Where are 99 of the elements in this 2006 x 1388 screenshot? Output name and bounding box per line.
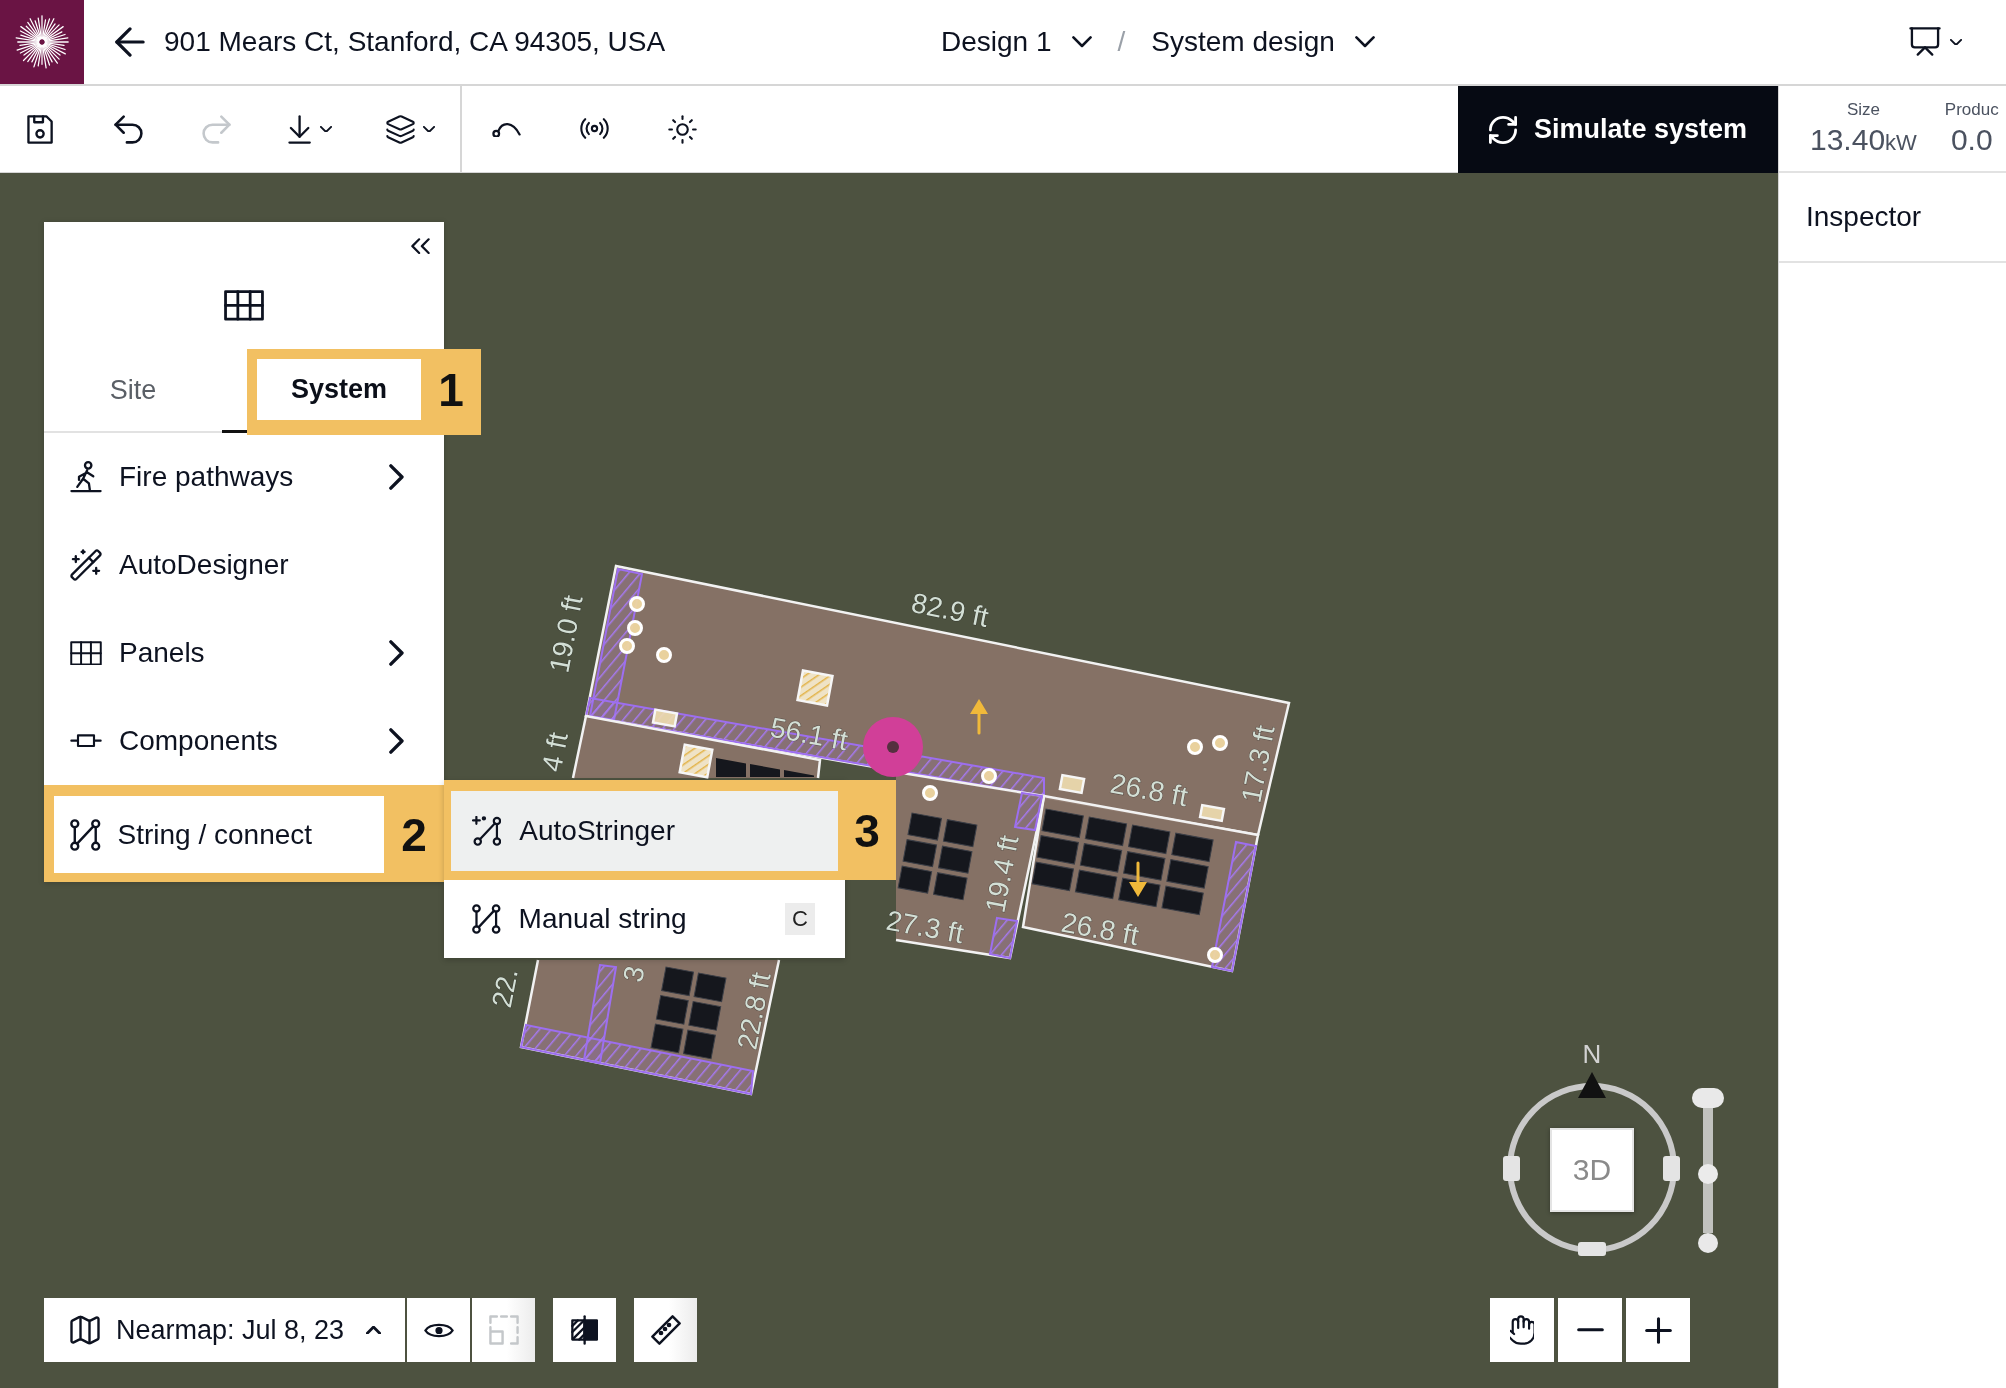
menu-item[interactable]: AutoStringer	[451, 791, 838, 871]
compass-north-label: N	[1582, 1040, 1602, 1068]
vent-marker[interactable]	[627, 620, 643, 636]
menu-item[interactable]: Panels	[44, 609, 444, 697]
chevron-down-icon	[1071, 36, 1092, 48]
save-icon[interactable]	[26, 114, 54, 144]
stat-label: Produc	[1944, 100, 1999, 120]
resistor-icon	[70, 734, 102, 748]
broadcast-icon[interactable]	[579, 118, 609, 140]
plus-icon	[1644, 1316, 1672, 1344]
dimension-label: 22.8 ft	[731, 969, 777, 1053]
obstruction-marker[interactable]	[651, 708, 679, 728]
vent-marker[interactable]	[1207, 947, 1223, 963]
presentation-icon[interactable]	[1909, 27, 1941, 57]
solar-panel[interactable]	[1123, 851, 1166, 881]
split-square-icon	[570, 1315, 599, 1345]
azimuth-arrow-icon	[970, 699, 988, 735]
undo-icon[interactable]	[113, 114, 143, 144]
download-icon[interactable]	[288, 114, 312, 144]
eye-icon	[423, 1322, 454, 1338]
arc-icon[interactable]	[491, 120, 521, 138]
dimension-label: 22.	[486, 965, 524, 1011]
solar-panel[interactable]	[1031, 861, 1074, 892]
sparkle-node-path-icon	[472, 816, 502, 846]
caret-down-icon[interactable]	[1950, 38, 1962, 46]
obstruction-marker[interactable]	[796, 669, 834, 707]
vent-marker[interactable]	[1212, 735, 1228, 751]
dimension-label: 4 ft	[536, 729, 574, 775]
grid-icon	[224, 290, 264, 321]
slider-top-handle[interactable]	[1692, 1088, 1724, 1108]
annotation-number: 3	[853, 804, 881, 859]
dimension-label: 26.8 ft	[1058, 906, 1142, 952]
simulate-system-button[interactable]: Simulate system	[1458, 86, 1778, 173]
stat-value: 13.40kW	[1810, 123, 1917, 157]
imagery-dropdown[interactable]: Nearmap: Jul 8, 23	[44, 1298, 405, 1362]
map-icon	[70, 1315, 100, 1345]
zoom-in-button[interactable]	[1626, 1298, 1690, 1362]
stat-value: 0.0	[1950, 123, 1993, 157]
refresh-icon	[1488, 115, 1517, 144]
dashed-square-icon	[488, 1315, 519, 1345]
menu-item[interactable]: Fire pathways	[44, 433, 444, 521]
azimuth-arrow-icon	[1129, 861, 1147, 897]
pan-button[interactable]	[1490, 1298, 1554, 1362]
caret-down-icon[interactable]	[422, 125, 435, 133]
project-address: 901 Mears Ct, Stanford, CA 94305, USA	[164, 26, 666, 58]
sun-icon[interactable]	[667, 114, 697, 144]
annotation-number: 2	[400, 807, 428, 863]
roof-face[interactable]	[571, 714, 822, 779]
caret-up-icon	[366, 1325, 381, 1335]
vent-marker[interactable]	[656, 647, 672, 663]
dimension-label: 3	[617, 963, 651, 985]
chevron-right-icon	[389, 464, 404, 490]
stat-label: Size	[1846, 100, 1880, 120]
dimension-label: 19.0 ft	[543, 592, 589, 676]
grid-icon	[70, 640, 102, 666]
vent-marker[interactable]	[629, 596, 645, 612]
menu-item[interactable]: String / connect	[54, 796, 384, 873]
annotation-number: 1	[437, 362, 465, 418]
starburst-logo-icon[interactable]	[0, 0, 84, 84]
breadcrumb-dropdown[interactable]: Design 1	[941, 26, 1092, 58]
dimension-label: 17.3 ft	[1235, 722, 1281, 806]
menu-item[interactable]: Manual string C	[444, 880, 845, 958]
ruler-button[interactable]	[634, 1298, 697, 1362]
eye-button[interactable]	[407, 1298, 470, 1362]
menu-item[interactable]: AutoDesigner	[44, 521, 444, 609]
chevron-right-icon	[389, 640, 404, 666]
minus-icon	[1576, 1328, 1604, 1332]
obstruction-marker[interactable]	[1198, 803, 1226, 823]
caret-down-icon[interactable]	[319, 125, 332, 133]
vent-marker[interactable]	[922, 785, 938, 801]
inspector-title: Inspector	[1806, 201, 1922, 233]
hand-icon	[1510, 1315, 1534, 1345]
dimension-label: 27.3 ft	[883, 904, 967, 950]
layers-icon[interactable]	[385, 114, 415, 144]
map-marker-icon[interactable]	[863, 717, 923, 777]
menu-item[interactable]: Components	[44, 697, 444, 785]
dimension-label: 56.1 ft	[767, 711, 851, 757]
breadcrumb-separator: /	[1117, 26, 1126, 58]
node-path-icon	[472, 904, 501, 934]
breadcrumb-dropdown[interactable]: System design	[1151, 26, 1375, 58]
dimension-label: 82.9 ft	[908, 587, 992, 633]
chevron-down-icon	[1354, 36, 1375, 48]
setback-zone	[988, 916, 1019, 960]
chevron-right-icon	[389, 728, 404, 754]
shortcut-key: C	[785, 903, 815, 935]
compass-ring[interactable]	[1503, 1083, 1680, 1256]
tab[interactable]: System	[257, 359, 421, 420]
dimension-label: 26.8 ft	[1107, 767, 1191, 813]
north-arrow-icon	[1578, 1072, 1606, 1098]
vent-marker[interactable]	[619, 638, 635, 654]
double-chevron-left-icon[interactable]	[411, 238, 430, 255]
split-square-button[interactable]	[553, 1298, 616, 1362]
vent-marker[interactable]	[981, 768, 997, 784]
magic-wand-icon	[70, 549, 102, 581]
dimension-label: 19.4 ft	[979, 832, 1025, 916]
node-path-icon	[70, 818, 101, 851]
person-walking-icon	[70, 461, 102, 493]
vent-marker[interactable]	[1187, 739, 1203, 755]
ruler-icon	[650, 1315, 681, 1345]
